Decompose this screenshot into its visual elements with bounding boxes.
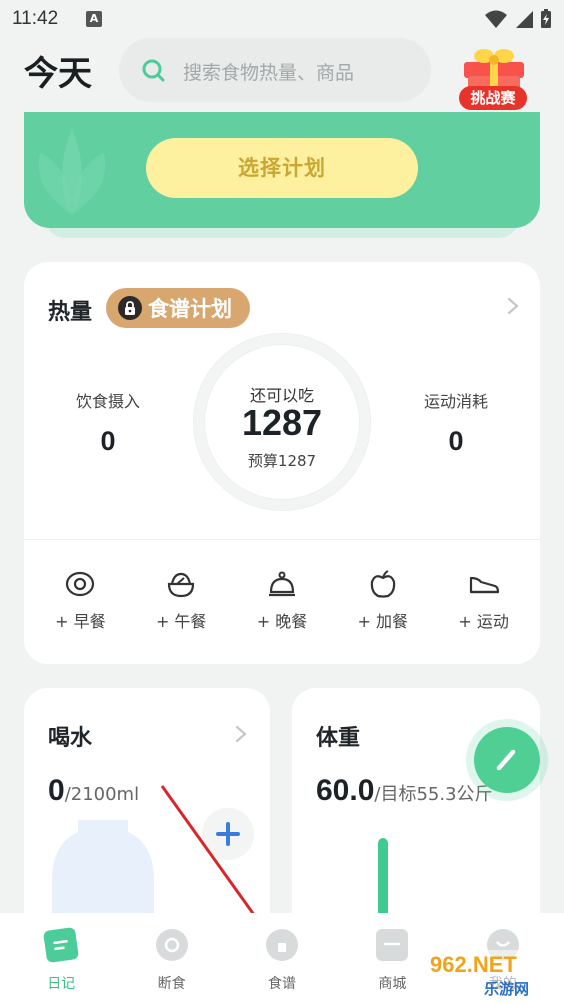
status-icons	[484, 9, 552, 29]
status-time: 11:42	[12, 8, 59, 29]
chevron-right-icon	[235, 725, 247, 743]
weight-value-row: 60.0/目标55.3公斤	[316, 774, 493, 808]
exercise-icon	[469, 576, 499, 594]
intake-label: 饮食摄入	[75, 392, 140, 411]
plan-card: 选择计划	[24, 112, 540, 228]
weight-title: 体重	[316, 726, 361, 751]
nav-recipes[interactable]: 食谱	[232, 913, 332, 1004]
calorie-title: 热量	[48, 300, 93, 325]
meal-label: + 运动	[458, 612, 509, 631]
calorie-card: 热量 食谱计划 还可以吃 1287 预算1287 饮食摄入 0 运动消耗 0 +…	[24, 262, 540, 664]
add-snack-button[interactable]: + 加餐	[335, 570, 431, 632]
nav-label: 日记	[47, 976, 76, 992]
search-icon	[142, 59, 165, 82]
weight-target: /目标55.3公斤	[374, 784, 493, 805]
budget-label: 预算1287	[247, 452, 317, 470]
nav-fasting[interactable]: 断食	[122, 913, 222, 1004]
shop-icon	[376, 929, 409, 961]
intake-value: 0	[100, 426, 116, 456]
water-value: 0	[48, 774, 65, 807]
nav-label: 食谱	[267, 976, 296, 992]
plus-icon	[216, 822, 240, 846]
water-card[interactable]: 喝水 0/2100ml	[24, 688, 270, 948]
add-exercise-button[interactable]: + 运动	[436, 570, 532, 632]
add-dinner-button[interactable]: + 晚餐	[234, 570, 330, 632]
water-target: /2100ml	[64, 784, 140, 805]
chevron-right-icon[interactable]	[506, 296, 520, 316]
burn-value: 0	[448, 426, 464, 456]
remain-value: 1287	[241, 402, 323, 443]
search-input[interactable]: 搜索食物热量、商品	[119, 38, 431, 102]
add-water-button[interactable]	[202, 808, 254, 860]
leaf-icon	[38, 128, 106, 216]
nav-label: 断食	[157, 976, 186, 992]
diary-icon	[43, 926, 80, 964]
status-bar: 11:42 A	[0, 0, 564, 38]
signal-icon	[516, 11, 533, 28]
lunch-icon	[168, 572, 195, 598]
lock-icon	[118, 296, 142, 320]
recipe-plan-label: 食谱计划	[148, 297, 232, 321]
nav-diary[interactable]: 日记	[11, 913, 111, 1004]
meal-label: + 早餐	[55, 612, 106, 631]
weight-value: 60.0	[316, 774, 375, 807]
challenge-badge[interactable]: 挑战赛	[459, 86, 527, 110]
fasting-icon	[155, 929, 188, 961]
site-watermark: 962.NET 乐游网	[426, 950, 560, 998]
notification-icon: A	[86, 11, 102, 27]
snack-icon	[370, 570, 396, 598]
meal-list: + 早餐 + 午餐 + 晚餐 + 加餐 + 运动	[24, 570, 540, 632]
breakfast-icon	[66, 571, 95, 597]
add-lunch-button[interactable]: + 午餐	[133, 570, 229, 632]
battery-icon	[541, 9, 551, 28]
nav-label: 商城	[378, 976, 407, 992]
divider	[24, 539, 540, 540]
pencil-icon	[496, 749, 516, 771]
watermark-top: 962.NET	[430, 952, 517, 977]
water-title: 喝水	[48, 726, 93, 751]
meal-label: + 午餐	[155, 612, 207, 631]
meal-label: + 加餐	[357, 612, 409, 631]
watermark-bottom: 乐游网	[484, 980, 529, 998]
dinner-icon	[268, 571, 295, 597]
wifi-icon	[485, 10, 507, 28]
search-placeholder: 搜索食物热量、商品	[183, 62, 355, 84]
recipe-plan-badge[interactable]: 食谱计划	[106, 288, 250, 328]
water-value-row: 0/2100ml	[48, 774, 139, 808]
meal-label: + 晚餐	[256, 612, 308, 631]
page-title: 今天	[24, 54, 92, 94]
add-breakfast-button[interactable]: + 早餐	[32, 570, 128, 632]
chef-hat-icon	[265, 929, 298, 961]
choose-plan-button[interactable]: 选择计划	[146, 138, 418, 198]
burn-label: 运动消耗	[423, 392, 488, 411]
record-fab[interactable]	[474, 727, 540, 793]
